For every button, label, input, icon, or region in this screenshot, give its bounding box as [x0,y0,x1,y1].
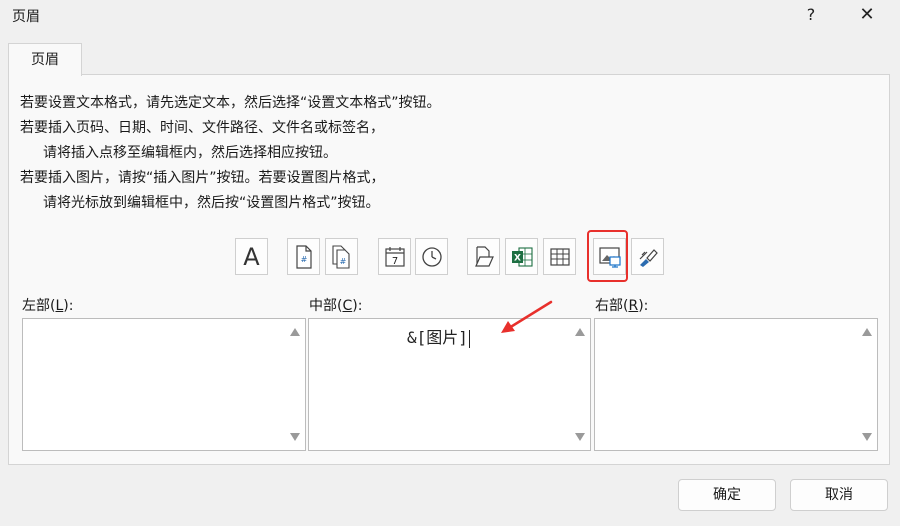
instruction-line-1: 若要设置文本格式，请先选定文本，然后选择“设置文本格式”按钮。 [20,95,441,111]
insert-time-icon [421,246,442,267]
title-bar: 页眉 ? ✕ [0,0,900,30]
center-section-label: 中部(C): [309,298,363,314]
center-scrollbar[interactable] [570,319,590,450]
format-picture-icon [639,248,658,267]
center-section-content[interactable]: &[图片] [407,324,470,348]
close-button[interactable]: ✕ [847,2,887,28]
header-toolbar: A # # 7 X [0,238,900,278]
insert-file-name-icon: X [511,246,533,267]
format-text-icon: A [243,242,260,271]
left-section-box[interactable] [22,318,306,451]
ok-button[interactable]: 确定 [678,479,776,511]
left-section-label: 左部(L): [22,298,74,314]
instruction-line-3: 请将插入点移至编辑框内，然后选择相应按钮。 [43,145,337,161]
insert-page-count-button[interactable]: # [325,238,358,275]
format-picture-button[interactable] [631,238,664,275]
right-section-label: 右部(R): [595,298,649,314]
annotation-arrow [501,300,553,333]
svg-text:#: # [300,255,307,264]
window-title: 页眉 [12,9,40,25]
left-scrollbar[interactable] [285,319,305,450]
insert-sheet-name-button[interactable] [543,238,576,275]
help-button[interactable]: ? [791,2,831,28]
right-scrollbar[interactable] [857,319,877,450]
scroll-up-icon[interactable] [862,328,872,336]
insert-file-name-button[interactable]: X [505,238,538,275]
scroll-down-icon[interactable] [575,433,585,441]
right-section-box[interactable] [594,318,878,451]
svg-text:7: 7 [391,256,397,267]
insert-page-count-icon: # [331,244,350,269]
insert-file-path-icon [474,245,494,267]
tab-header[interactable]: 页眉 [8,43,82,76]
svg-text:#: # [339,257,346,266]
scroll-up-icon[interactable] [575,328,585,336]
scroll-down-icon[interactable] [862,433,872,441]
scroll-up-icon[interactable] [290,328,300,336]
insert-page-number-button[interactable]: # [287,238,320,275]
insert-date-icon: 7 [384,246,405,267]
highlight-box [587,230,628,282]
scroll-down-icon[interactable] [290,433,300,441]
insert-date-button[interactable]: 7 [378,238,411,275]
insert-sheet-name-icon [549,247,570,266]
insert-page-number-icon: # [295,244,312,269]
instruction-line-4: 若要插入图片，请按“插入图片”按钮。若要设置图片格式， [20,170,385,186]
text-caret [468,329,470,348]
instruction-line-2: 若要插入页码、日期、时间、文件路径、文件名或标签名， [20,120,384,136]
cancel-button[interactable]: 取消 [790,479,888,511]
svg-text:X: X [514,253,521,263]
insert-time-button[interactable] [415,238,448,275]
insert-file-path-button[interactable] [467,238,500,275]
instruction-line-5: 请将光标放到编辑框中，然后按“设置图片格式”按钮。 [43,195,380,211]
format-text-button[interactable]: A [235,238,268,275]
